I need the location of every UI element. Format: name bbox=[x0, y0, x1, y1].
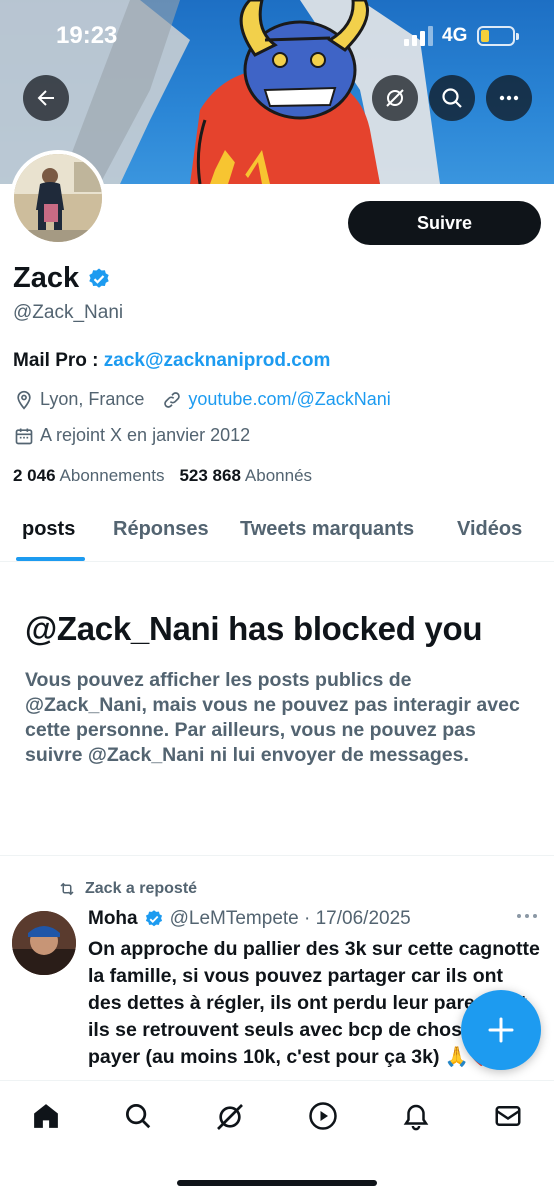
grok-icon bbox=[386, 89, 404, 107]
verified-badge-icon[interactable] bbox=[87, 267, 111, 291]
location-text: Lyon, France bbox=[40, 389, 145, 409]
home-indicator bbox=[177, 1180, 377, 1186]
calendar-icon bbox=[15, 428, 33, 444]
back-button[interactable] bbox=[23, 75, 69, 121]
tweet-author-avatar[interactable] bbox=[12, 911, 76, 975]
joined-text: A rejoint X en janvier 2012 bbox=[40, 425, 251, 445]
grok-icon[interactable] bbox=[214, 1101, 246, 1133]
bio-label: Mail Pro : bbox=[13, 350, 104, 371]
profile-joined-row: A rejoint X en janvier 2012 bbox=[14, 425, 250, 446]
status-time: 19:23 bbox=[56, 22, 118, 49]
verified-badge-icon bbox=[145, 910, 162, 927]
profile-bio: Mail Pro : zack@zacknaniprod.com bbox=[13, 350, 330, 372]
repost-indicator: Zack a reposté bbox=[57, 880, 197, 898]
blocked-description: Vous pouvez afficher les posts publics d… bbox=[25, 669, 520, 766]
location-pin-icon bbox=[17, 390, 31, 410]
repost-label[interactable]: Zack a reposté bbox=[85, 880, 197, 898]
profile-meta-row: Lyon, France youtube.com/@ZackNani bbox=[14, 389, 391, 410]
tab-highlights[interactable]: Tweets marquants bbox=[240, 518, 414, 541]
more-horizontal-icon[interactable] bbox=[516, 910, 538, 922]
follow-button[interactable]: Suivre bbox=[348, 201, 541, 245]
home-icon[interactable] bbox=[31, 1101, 61, 1131]
play-icon[interactable] bbox=[308, 1101, 338, 1131]
profile-tabs: posts Réponses Tweets marquants Vidéos bbox=[0, 500, 554, 562]
following-count: 2 046 bbox=[13, 466, 56, 485]
followers-count: 523 868 bbox=[179, 466, 241, 485]
more-horizontal-icon bbox=[499, 95, 519, 101]
repost-icon bbox=[60, 882, 74, 896]
tab-replies[interactable]: Réponses bbox=[113, 518, 209, 541]
bio-email-link[interactable]: zack@zacknaniprod.com bbox=[104, 350, 331, 371]
battery-icon bbox=[477, 26, 519, 46]
profile-avatar[interactable] bbox=[10, 150, 106, 246]
profile-name-row: Zack bbox=[13, 262, 111, 295]
bell-icon[interactable] bbox=[401, 1101, 431, 1131]
tab-videos[interactable]: Vidéos bbox=[457, 518, 522, 541]
arrow-left-icon bbox=[37, 90, 54, 106]
plus-icon bbox=[488, 1017, 514, 1043]
compose-button[interactable] bbox=[461, 990, 541, 1070]
website-link[interactable]: youtube.com/@ZackNani bbox=[188, 389, 390, 410]
follow-stats: 2 046 Abonnements 523 868 Abonnés bbox=[13, 466, 327, 486]
following-label: Abonnements bbox=[59, 466, 165, 485]
blocked-title: @Zack_Nani has blocked you bbox=[25, 610, 483, 647]
tweet-header: Moha @LeMTempete · 17/06/2025 bbox=[88, 908, 411, 930]
tweet-author-handle-date[interactable]: @LeMTempete · 17/06/2025 bbox=[170, 908, 411, 930]
grok-button[interactable] bbox=[372, 75, 418, 121]
location-item: Lyon, France bbox=[14, 389, 144, 410]
mail-icon[interactable] bbox=[493, 1101, 523, 1131]
link-icon bbox=[164, 391, 181, 408]
active-tab-indicator bbox=[16, 557, 85, 561]
more-button[interactable] bbox=[486, 75, 532, 121]
search-icon bbox=[442, 88, 462, 108]
following-stat[interactable]: 2 046 Abonnements bbox=[13, 466, 164, 486]
search-icon[interactable] bbox=[123, 1101, 153, 1131]
joined-item: A rejoint X en janvier 2012 bbox=[14, 425, 250, 446]
section-divider bbox=[0, 855, 554, 856]
website-item[interactable]: youtube.com/@ZackNani bbox=[162, 389, 391, 410]
signal-icon bbox=[404, 26, 433, 46]
profile-handle: @Zack_Nani bbox=[13, 302, 124, 323]
tweet-author-name[interactable]: Moha bbox=[88, 908, 138, 930]
status-bar: 19:23 4G bbox=[0, 0, 554, 70]
profile-name: Zack bbox=[13, 262, 80, 294]
tab-posts[interactable]: posts bbox=[22, 518, 75, 541]
followers-stat[interactable]: 523 868 Abonnés bbox=[179, 466, 312, 486]
search-button[interactable] bbox=[429, 75, 475, 121]
followers-label: Abonnés bbox=[244, 466, 313, 485]
network-type: 4G bbox=[442, 25, 468, 46]
